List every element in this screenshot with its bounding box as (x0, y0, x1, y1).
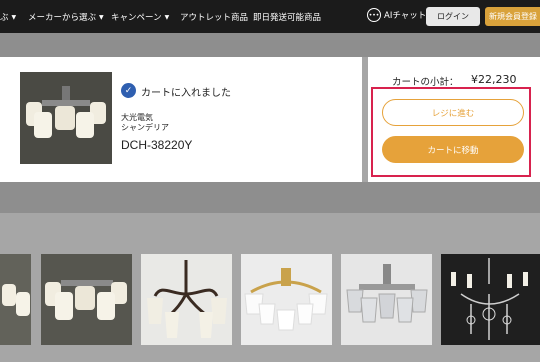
nav-item-label: アウトレット商品 (180, 13, 249, 23)
recommended-product-image[interactable] (441, 254, 540, 345)
recommended-product-image[interactable] (241, 254, 332, 345)
go-to-cart-button[interactable]: カートに移動 (382, 136, 524, 163)
recommended-product-image[interactable] (41, 254, 132, 345)
product-model[interactable]: DCH-38220Y (121, 138, 192, 152)
nav-item-label: キャンペーン (111, 13, 162, 23)
login-button[interactable]: ログイン (426, 7, 480, 26)
nav-item-label: 即日発送可能商品 (253, 13, 322, 23)
recommended-product-image[interactable] (341, 254, 432, 345)
added-message: カートに入れました (141, 88, 231, 99)
product-image[interactable] (20, 72, 112, 164)
chevron-down-icon: ▼ (164, 13, 170, 21)
nav-item-label: メーカーから選ぶ (28, 13, 97, 23)
ai-chat-icon: ••• (367, 8, 381, 22)
nav-item-campaign[interactable]: キャンペーン ▼ (111, 11, 169, 23)
recommended-product-image[interactable] (0, 254, 31, 345)
top-nav: ぶ ▼ メーカーから選ぶ ▼ キャンペーン ▼ アウトレット商品 即日発送可能商… (0, 0, 540, 33)
chevron-down-icon: ▼ (11, 13, 17, 21)
checkout-button[interactable]: レジに進む (382, 99, 524, 126)
nav-item-same-day[interactable]: 即日発送可能商品 (253, 11, 321, 23)
recommended-product-image[interactable] (141, 254, 232, 345)
nav-item-maker[interactable]: メーカーから選ぶ ▼ (28, 11, 104, 23)
register-button[interactable]: 新規会員登録 (485, 7, 540, 26)
nav-item-partial[interactable]: ぶ ▼ (0, 11, 16, 23)
nav-item-label: ぶ (0, 13, 9, 23)
ai-chat-label: AIチャット (384, 11, 427, 21)
chevron-down-icon: ▼ (99, 13, 104, 21)
ai-chat-button[interactable]: ••• AIチャット (367, 8, 426, 22)
check-circle-icon: ✓ (121, 83, 136, 98)
subtotal-label: カートの小計： (392, 77, 459, 88)
product-category: シャンデリア (121, 123, 169, 132)
nav-item-outlet[interactable]: アウトレット商品 (180, 11, 248, 23)
subtotal-value: ¥22,230 (471, 73, 517, 86)
